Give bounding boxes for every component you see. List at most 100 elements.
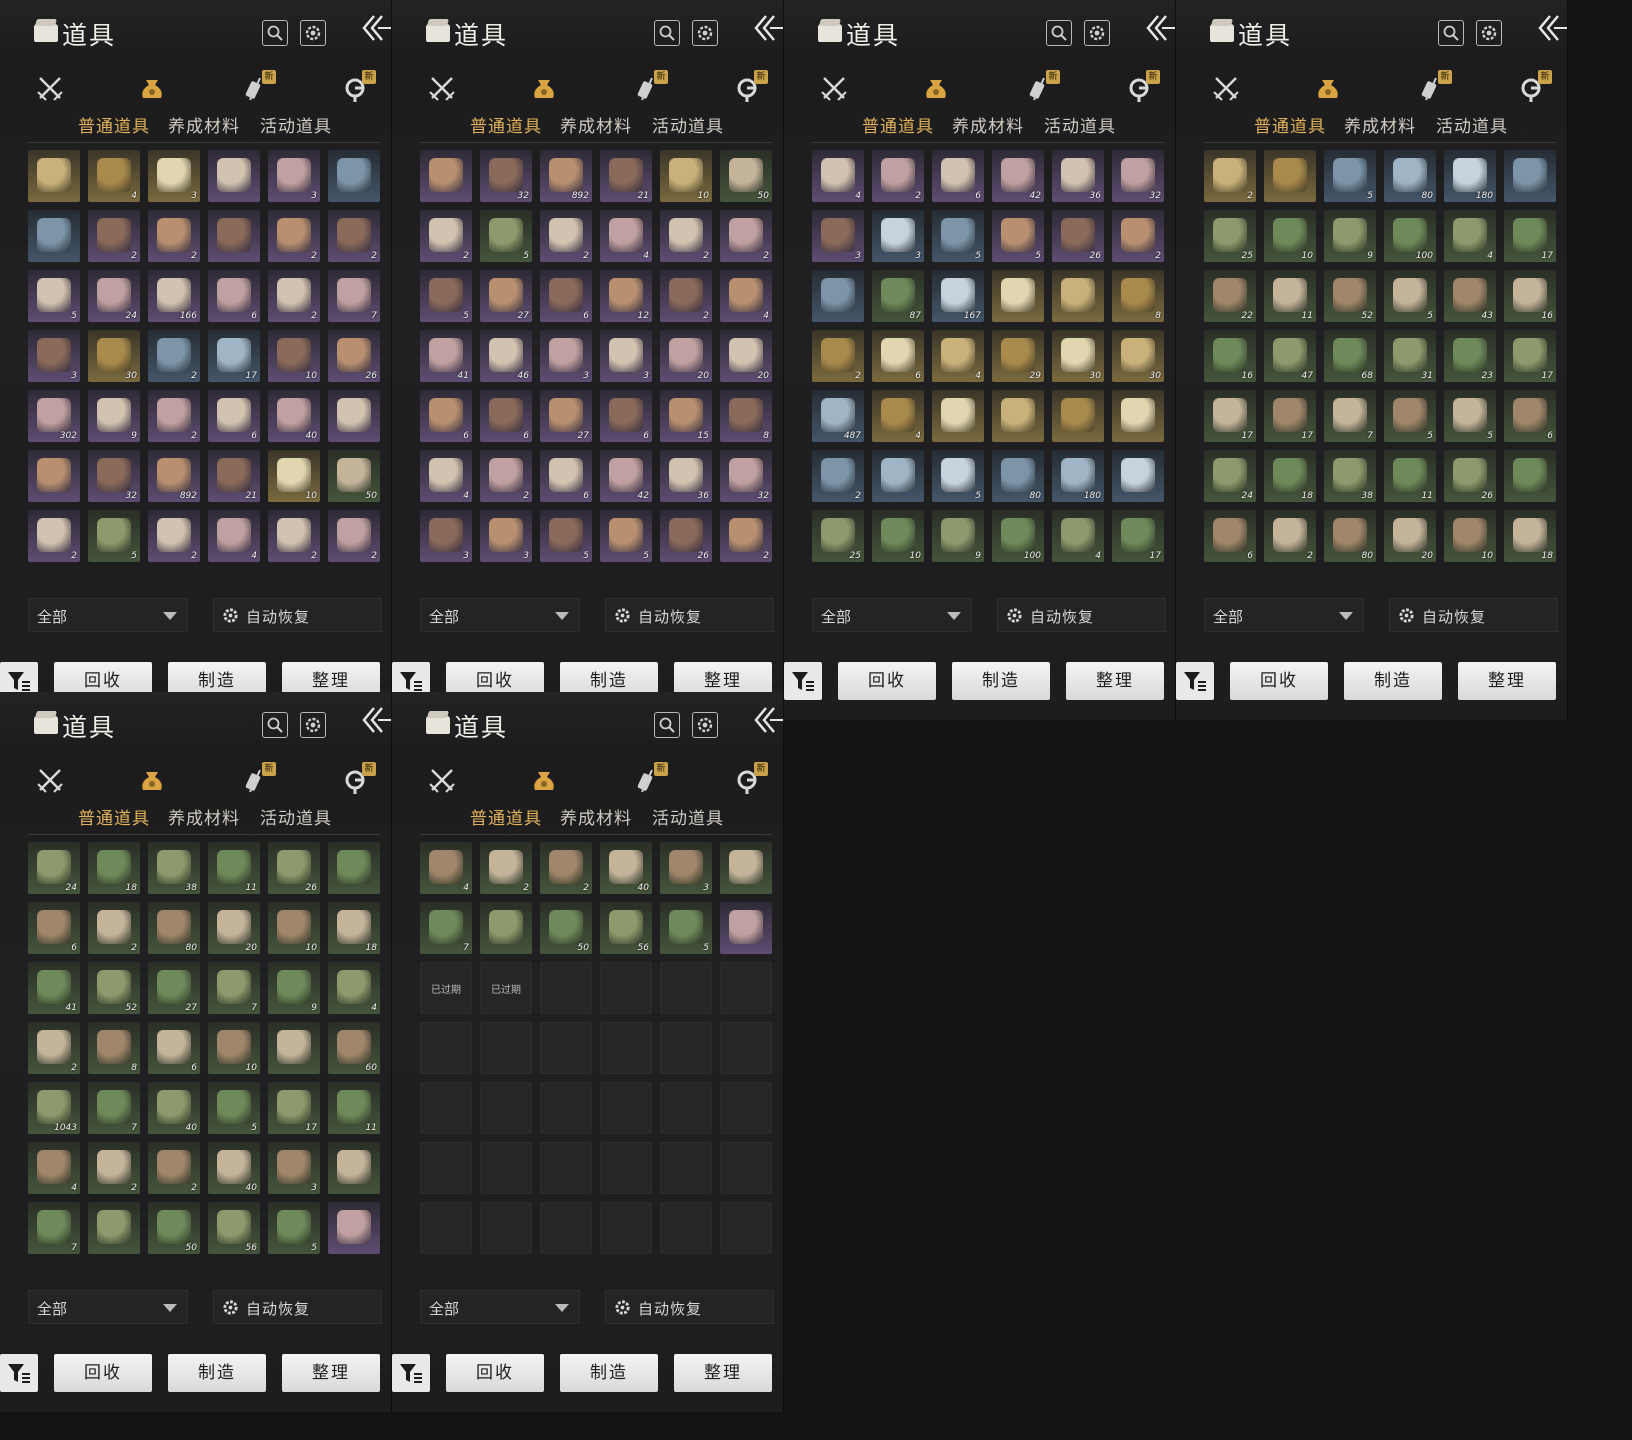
- item-slot[interactable]: 2: [328, 510, 380, 562]
- item-slot[interactable]: 56: [600, 902, 652, 954]
- item-slot[interactable]: 20: [720, 330, 772, 382]
- item-slot[interactable]: 3: [660, 842, 712, 894]
- item-slot[interactable]: 5: [28, 270, 80, 322]
- item-slot[interactable]: 2: [268, 270, 320, 322]
- close-button[interactable]: [752, 10, 783, 46]
- item-slot[interactable]: 11: [208, 842, 260, 894]
- item-slot[interactable]: [328, 1142, 380, 1194]
- item-slot[interactable]: 已过期: [480, 962, 532, 1014]
- tab-event-items[interactable]: 活动道具: [260, 804, 332, 829]
- item-slot[interactable]: 36: [660, 450, 712, 502]
- item-slot[interactable]: 17: [1112, 510, 1164, 562]
- close-button[interactable]: [1536, 10, 1567, 46]
- item-slot[interactable]: 2: [420, 210, 472, 262]
- item-slot[interactable]: 12: [600, 270, 652, 322]
- item-slot[interactable]: 2: [1112, 210, 1164, 262]
- item-slot[interactable]: 21: [208, 450, 260, 502]
- item-slot[interactable]: 23: [1444, 330, 1496, 382]
- crossed-swords-icon[interactable]: [34, 72, 66, 104]
- item-slot[interactable]: 2: [148, 510, 200, 562]
- item-slot[interactable]: [208, 210, 260, 262]
- search-button[interactable]: [654, 712, 680, 738]
- item-slot[interactable]: 6: [1204, 510, 1256, 562]
- search-button[interactable]: [1046, 20, 1072, 46]
- item-slot[interactable]: [932, 390, 984, 442]
- item-slot[interactable]: 17: [1264, 390, 1316, 442]
- item-slot[interactable]: 5: [1384, 270, 1436, 322]
- item-slot[interactable]: 30: [1052, 330, 1104, 382]
- tab-normal-items[interactable]: 普通道具: [78, 804, 150, 829]
- search-button[interactable]: [654, 20, 680, 46]
- item-slot[interactable]: 25: [812, 510, 864, 562]
- tab-cultivation-materials[interactable]: 养成材料: [952, 112, 1024, 137]
- item-slot[interactable]: 18: [88, 842, 140, 894]
- item-slot[interactable]: 4: [208, 510, 260, 562]
- item-slot[interactable]: 56: [208, 1202, 260, 1254]
- item-slot[interactable]: 50: [720, 150, 772, 202]
- close-button[interactable]: [360, 702, 391, 738]
- item-slot[interactable]: 38: [148, 842, 200, 894]
- item-slot[interactable]: 40: [600, 842, 652, 894]
- item-slot[interactable]: 7: [28, 1202, 80, 1254]
- filter-sort-button[interactable]: [392, 1354, 430, 1392]
- settings-button[interactable]: [1476, 20, 1502, 46]
- item-slot[interactable]: 4: [812, 150, 864, 202]
- item-slot[interactable]: 6: [208, 270, 260, 322]
- filter-dropdown[interactable]: 全部: [812, 598, 972, 632]
- item-slot[interactable]: 41: [420, 330, 472, 382]
- item-slot[interactable]: [1264, 150, 1316, 202]
- item-slot[interactable]: 6: [208, 390, 260, 442]
- item-slot[interactable]: 26: [268, 842, 320, 894]
- item-slot[interactable]: 80: [992, 450, 1044, 502]
- item-slot[interactable]: 5: [932, 450, 984, 502]
- item-slot[interactable]: 1043: [28, 1082, 80, 1134]
- filter-dropdown[interactable]: 全部: [420, 598, 580, 632]
- item-slot[interactable]: 5: [1324, 150, 1376, 202]
- item-slot[interactable]: 27: [480, 270, 532, 322]
- item-slot[interactable]: 2: [148, 210, 200, 262]
- item-slot[interactable]: 40: [148, 1082, 200, 1134]
- item-slot[interactable]: 8: [720, 390, 772, 442]
- item-slot[interactable]: 2: [268, 210, 320, 262]
- item-slot[interactable]: 50: [328, 450, 380, 502]
- item-slot[interactable]: 已过期: [420, 962, 472, 1014]
- tab-event-items[interactable]: 活动道具: [652, 804, 724, 829]
- settings-button[interactable]: [300, 712, 326, 738]
- item-slot[interactable]: 52: [88, 962, 140, 1014]
- item-slot[interactable]: 4: [88, 150, 140, 202]
- settings-button[interactable]: [300, 20, 326, 46]
- sort-button[interactable]: 整理: [1066, 662, 1164, 700]
- item-slot[interactable]: 80: [1324, 510, 1376, 562]
- item-slot[interactable]: 18: [1504, 510, 1556, 562]
- item-slot[interactable]: 2: [148, 330, 200, 382]
- filter-sort-button[interactable]: [784, 662, 822, 700]
- item-slot[interactable]: 2: [660, 270, 712, 322]
- item-slot[interactable]: 6: [1504, 390, 1556, 442]
- item-slot[interactable]: [1112, 390, 1164, 442]
- item-slot[interactable]: 17: [268, 1082, 320, 1134]
- item-slot[interactable]: 29: [992, 330, 1044, 382]
- tab-cultivation-materials[interactable]: 养成材料: [1344, 112, 1416, 137]
- item-slot[interactable]: 15: [660, 390, 712, 442]
- item-slot[interactable]: 2: [812, 450, 864, 502]
- item-slot[interactable]: 2: [88, 902, 140, 954]
- filter-sort-button[interactable]: [0, 1354, 38, 1392]
- item-slot[interactable]: 4: [1052, 510, 1104, 562]
- item-slot[interactable]: 25: [1204, 210, 1256, 262]
- item-slot[interactable]: 3: [268, 1142, 320, 1194]
- item-slot[interactable]: 10: [208, 1022, 260, 1074]
- tab-normal-items[interactable]: 普通道具: [470, 804, 542, 829]
- item-slot[interactable]: [28, 450, 80, 502]
- item-slot[interactable]: 100: [992, 510, 1044, 562]
- item-slot[interactable]: 6: [932, 150, 984, 202]
- item-slot[interactable]: 10: [1264, 210, 1316, 262]
- crossed-swords-icon[interactable]: [818, 72, 850, 104]
- recycle-button[interactable]: 回收: [838, 662, 936, 700]
- item-slot[interactable]: 16: [1504, 270, 1556, 322]
- item-slot[interactable]: 36: [1052, 150, 1104, 202]
- crossed-swords-icon[interactable]: [426, 764, 458, 796]
- item-slot[interactable]: 16: [1204, 330, 1256, 382]
- item-slot[interactable]: 10: [268, 902, 320, 954]
- item-slot[interactable]: 4: [932, 330, 984, 382]
- item-slot[interactable]: 43: [1444, 270, 1496, 322]
